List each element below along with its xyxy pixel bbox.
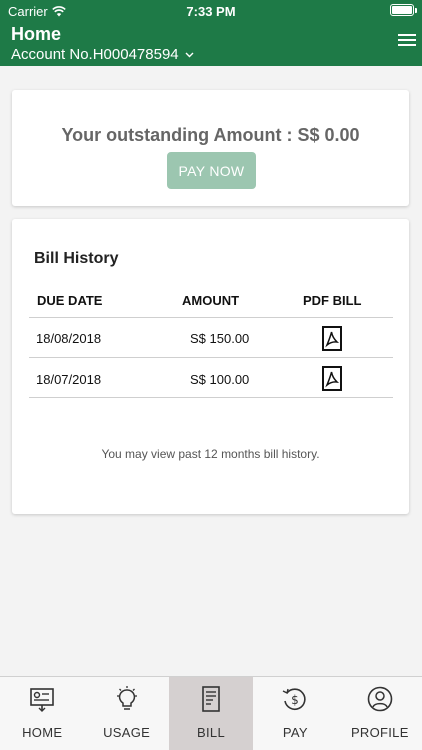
app-header: Carrier 7:33 PM Home Account No.H0004785… bbox=[0, 0, 422, 66]
svg-text:$: $ bbox=[292, 693, 300, 707]
home-meter-icon bbox=[30, 688, 55, 712]
pdf-icon[interactable] bbox=[322, 326, 342, 351]
table-divider bbox=[29, 357, 393, 358]
tab-home[interactable]: HOME bbox=[0, 677, 84, 750]
battery-icon bbox=[390, 4, 417, 16]
bill-icon bbox=[202, 686, 220, 712]
table-divider bbox=[29, 317, 393, 318]
tab-bill[interactable]: BILL bbox=[168, 677, 254, 750]
pdf-icon[interactable] bbox=[322, 366, 342, 391]
column-header-amount: AMOUNT bbox=[182, 293, 240, 308]
chevron-down-icon bbox=[185, 52, 194, 57]
tab-label: PAY bbox=[282, 725, 308, 740]
column-header-pdf-bill: PDF BILL bbox=[303, 293, 362, 308]
tab-label: PROFILE bbox=[350, 725, 409, 740]
status-bar: Carrier 7:33 PM bbox=[0, 0, 422, 22]
row-2-due-date: 18/07/2018 bbox=[36, 372, 102, 387]
row-1-amount: S$ 150.00 bbox=[190, 331, 250, 346]
outstanding-card: Your outstanding Amount : S$ 0.00 PAY NO… bbox=[12, 90, 409, 206]
tab-label: USAGE bbox=[103, 725, 151, 740]
tab-pay[interactable]: $ PAY bbox=[253, 677, 337, 750]
tab-usage[interactable]: USAGE bbox=[84, 677, 168, 750]
bill-history-card: Bill History DUE DATE AMOUNT PDF BILL 18… bbox=[12, 219, 409, 514]
bill-history-note: You may view past 12 months bill history… bbox=[101, 447, 320, 461]
page-title: Home bbox=[11, 24, 62, 44]
hamburger-menu-icon[interactable] bbox=[398, 34, 416, 48]
outstanding-amount: Your outstanding Amount : S$ 0.00 bbox=[61, 125, 360, 145]
tab-profile[interactable]: PROFILE bbox=[338, 677, 422, 750]
pay-now-button[interactable]: PAY NOW bbox=[167, 152, 256, 189]
account-selector[interactable]: Account No.H000478594 bbox=[11, 46, 194, 63]
tab-label: BILL bbox=[197, 725, 225, 740]
pay-icon: $ bbox=[283, 688, 306, 710]
bottom-tab-bar: HOME USAGE BILL $ PAY PROFILE bbox=[0, 676, 422, 750]
status-time: 7:33 PM bbox=[186, 4, 236, 19]
bill-history-title: Bill History bbox=[34, 250, 119, 267]
table-divider bbox=[29, 397, 393, 398]
profile-icon bbox=[367, 686, 393, 712]
row-2-amount: S$ 100.00 bbox=[190, 372, 250, 387]
lightbulb-icon bbox=[116, 686, 137, 710]
tab-label: HOME bbox=[22, 725, 63, 740]
row-1-due-date: 18/08/2018 bbox=[36, 331, 102, 346]
column-header-due-date: DUE DATE bbox=[37, 293, 103, 308]
account-number: Account No.H000478594 bbox=[11, 46, 179, 63]
